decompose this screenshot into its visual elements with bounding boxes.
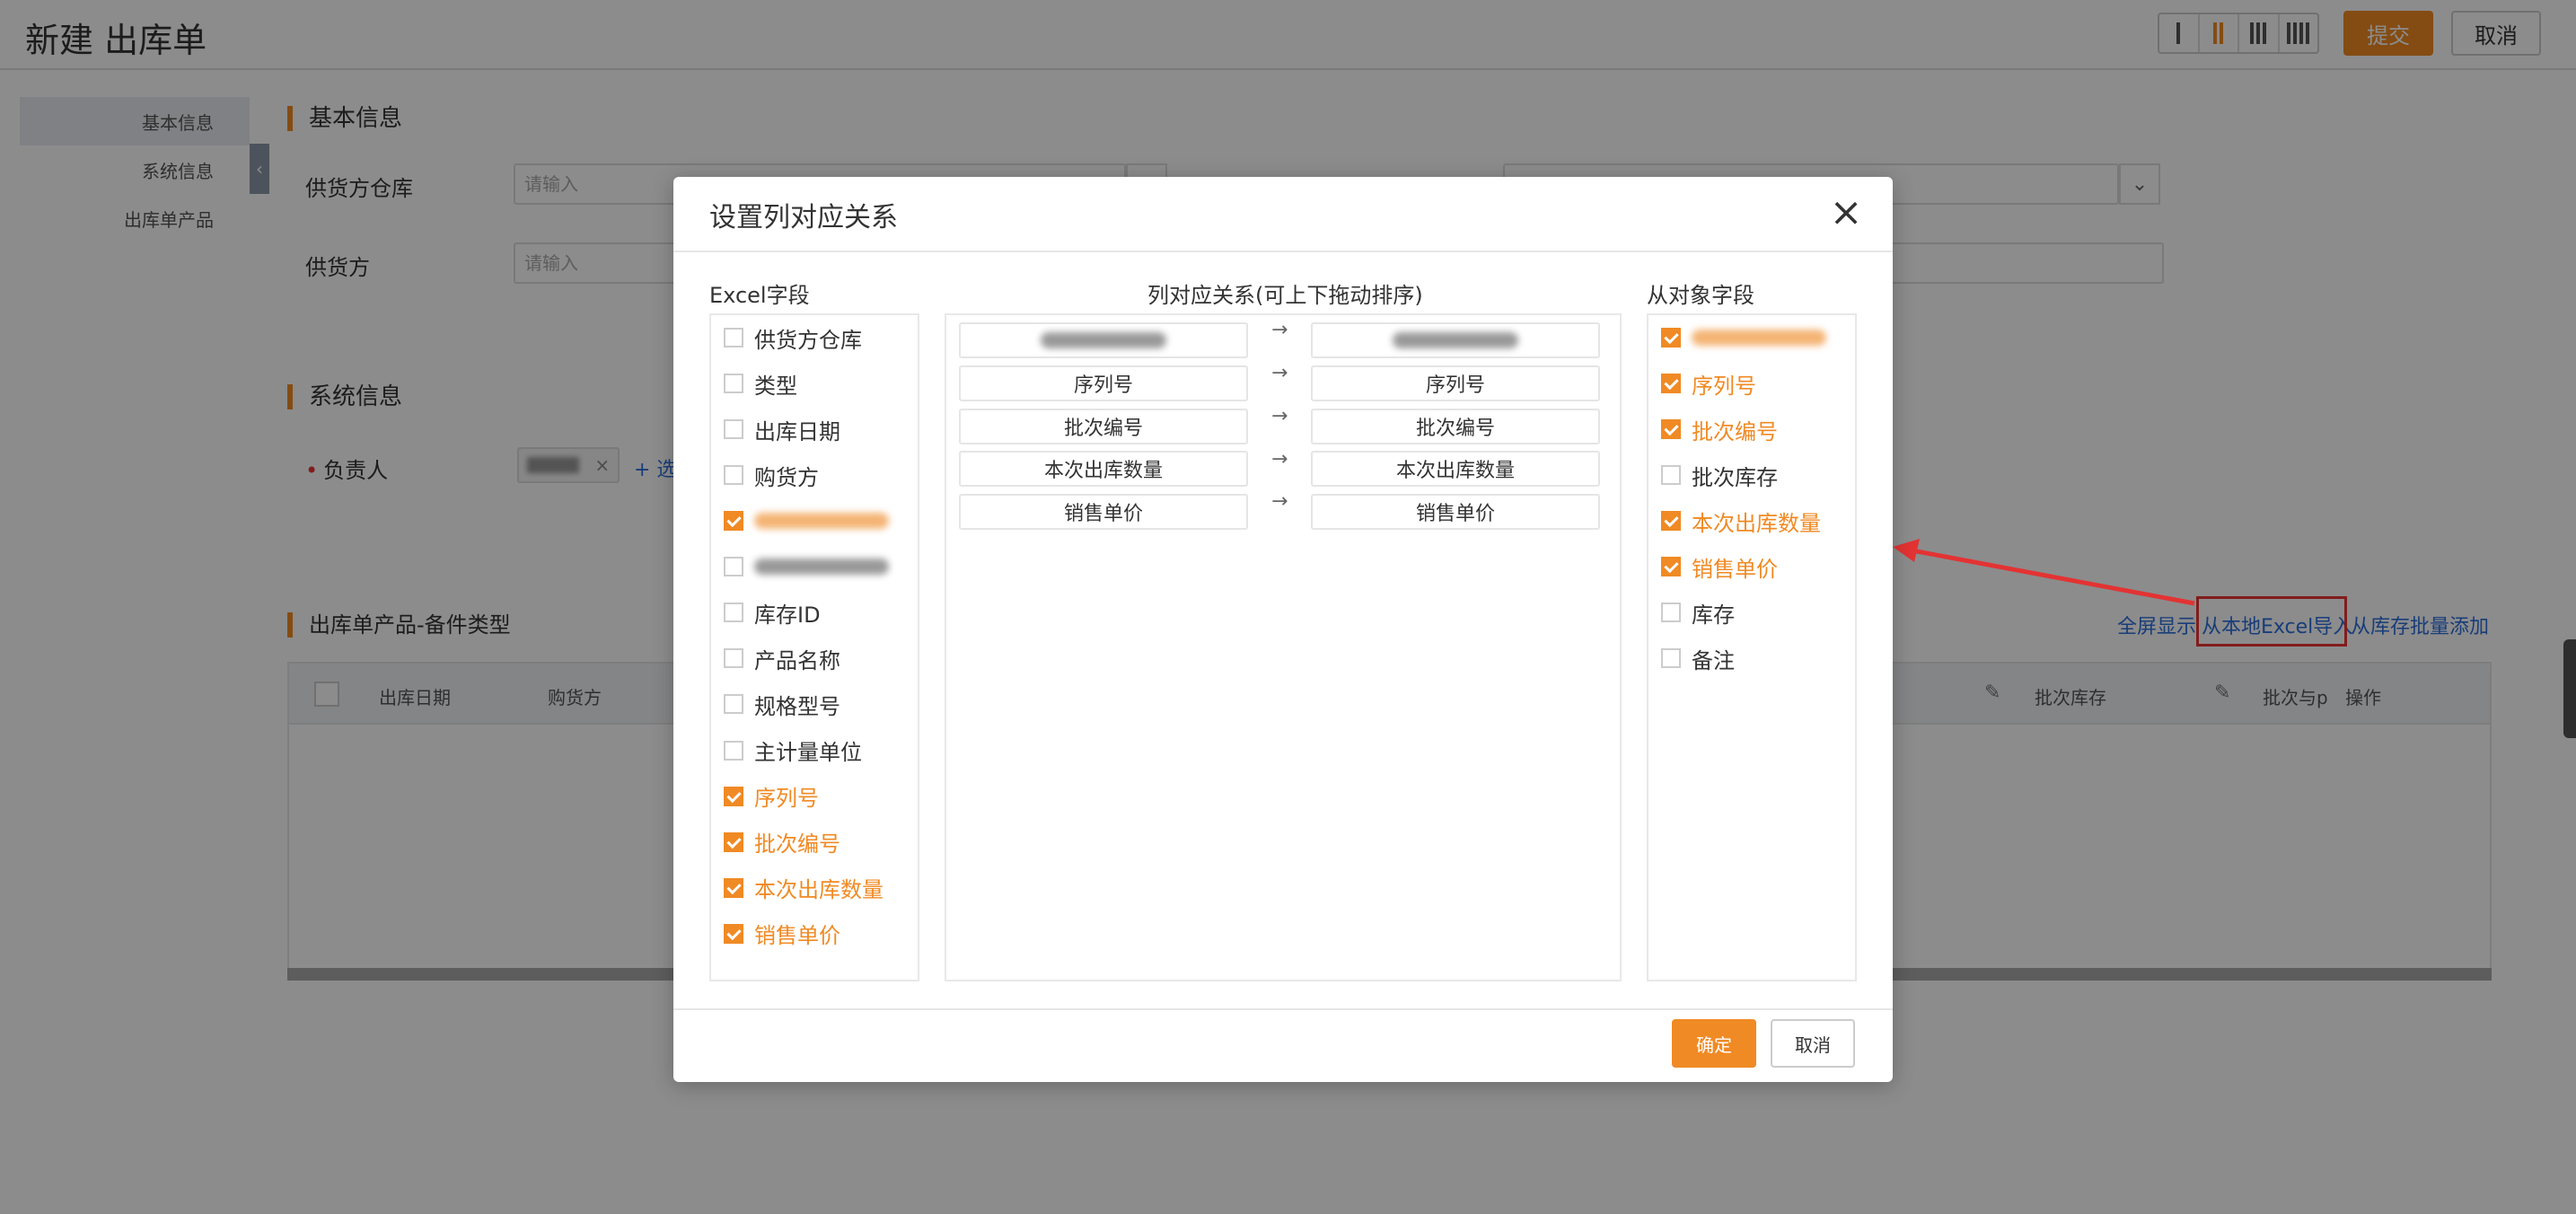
field-label: 批次编号 xyxy=(754,831,840,858)
field-checkbox-row[interactable]: 本次出库数量 xyxy=(1661,507,1821,536)
field-label: 库存ID xyxy=(754,602,821,628)
arrow-right-icon: → xyxy=(1271,362,1288,385)
field-label: 出库日期 xyxy=(754,418,840,444)
mapping-target-field[interactable]: 销售单价 xyxy=(1311,494,1600,531)
field-label: 产品名称 xyxy=(754,647,840,673)
object-fields-title: 从对象字段 xyxy=(1647,283,1754,308)
checkbox-unchecked[interactable] xyxy=(724,648,743,669)
mapping-source-field[interactable]: 本次出库数量 xyxy=(959,451,1248,488)
checkbox-checked[interactable] xyxy=(724,511,743,532)
field-checkbox-row[interactable]: 规格型号 xyxy=(724,691,840,719)
mapping-title: 列对应关系(可上下拖动排序) xyxy=(1147,283,1423,308)
field-checkbox-row[interactable]: 销售单价 xyxy=(1661,553,1778,582)
field-label xyxy=(754,513,889,530)
field-checkbox-row[interactable]: 供货方仓库 xyxy=(724,324,862,353)
field-label: 类型 xyxy=(754,373,797,399)
field-label: 序列号 xyxy=(754,786,819,812)
checkbox-checked[interactable] xyxy=(724,877,743,898)
mapping-target-field[interactable] xyxy=(1311,322,1600,358)
field-label: 本次出库数量 xyxy=(1692,510,1821,536)
field-checkbox-row[interactable]: 出库日期 xyxy=(724,416,840,444)
dialog-header: 设置列对应关系 × xyxy=(673,177,1893,252)
mapping-source-field[interactable] xyxy=(959,322,1248,358)
field-label: 批次编号 xyxy=(1692,418,1778,444)
checkbox-checked[interactable] xyxy=(1661,374,1681,394)
checkbox-unchecked[interactable] xyxy=(1661,465,1681,486)
checkbox-unchecked[interactable] xyxy=(724,694,743,715)
checkbox-unchecked[interactable] xyxy=(1661,648,1681,669)
mapping-list: → 序列号 → 序列号 批次编号 → 批次编号 本次出库数量 → 本次出库数量 销售单价 → 销售单价 xyxy=(945,313,1622,981)
arrow-right-icon: → xyxy=(1271,490,1288,514)
checkbox-unchecked[interactable] xyxy=(724,740,743,761)
mapping-target-field[interactable]: 批次编号 xyxy=(1311,408,1600,444)
object-fields-list: 序列号批次编号批次库存本次出库数量 销售单价库存备注 xyxy=(1647,313,1857,981)
dialog-cancel-button[interactable]: 取消 xyxy=(1771,1019,1855,1068)
field-label: 供货方仓库 xyxy=(754,327,862,353)
field-checkbox-row[interactable]: 备注 xyxy=(1661,645,1735,673)
checkbox-checked[interactable] xyxy=(724,923,743,944)
field-checkbox-row[interactable] xyxy=(1661,324,1826,351)
field-label: 规格型号 xyxy=(754,693,840,719)
blurred-field xyxy=(1393,332,1518,348)
mapping-target-field[interactable]: 本次出库数量 xyxy=(1311,451,1600,488)
field-checkbox-row[interactable]: 序列号 xyxy=(724,783,819,812)
field-checkbox-row[interactable] xyxy=(724,507,889,534)
checkbox-checked[interactable] xyxy=(1661,557,1681,577)
field-label: 备注 xyxy=(1692,647,1735,673)
checkbox-unchecked[interactable] xyxy=(724,328,743,347)
checkbox-checked[interactable] xyxy=(1661,419,1681,440)
checkbox-checked[interactable] xyxy=(724,786,743,806)
excel-fields-title: Excel字段 xyxy=(709,283,810,308)
checkbox-unchecked[interactable] xyxy=(724,374,743,394)
field-label: 批次库存 xyxy=(1692,464,1778,490)
checkbox-unchecked[interactable] xyxy=(1661,603,1681,623)
excel-fields-list: 供货方仓库类型出库日期购货方库存ID 产品名称规格型号主计量单位序列号批次编号本次… xyxy=(709,313,919,981)
mapping-source-field[interactable]: 序列号 xyxy=(959,365,1248,401)
field-checkbox-row[interactable]: 产品名称 xyxy=(724,645,840,673)
mapping-source-field[interactable]: 销售单价 xyxy=(959,494,1248,531)
checkbox-checked[interactable] xyxy=(1661,511,1681,532)
field-checkbox-row[interactable]: 序列号 xyxy=(1661,370,1756,399)
field-checkbox-row[interactable]: 批次编号 xyxy=(1661,416,1778,444)
field-checkbox-row[interactable] xyxy=(724,553,889,580)
field-checkbox-row[interactable]: 类型 xyxy=(724,370,797,399)
mapping-target-field[interactable]: 序列号 xyxy=(1311,365,1600,401)
checkbox-checked[interactable] xyxy=(1661,328,1681,347)
checkbox-unchecked[interactable] xyxy=(724,419,743,440)
checkbox-unchecked[interactable] xyxy=(724,603,743,623)
field-label: 销售单价 xyxy=(1692,556,1778,582)
blurred-field xyxy=(1041,332,1166,348)
column-mapping-dialog: 设置列对应关系 × Excel字段 列对应关系(可上下拖动排序) 从对象字段 供… xyxy=(673,177,1893,1082)
field-checkbox-row[interactable]: 销售单价 xyxy=(724,920,840,949)
field-checkbox-row[interactable]: 本次出库数量 xyxy=(724,875,884,902)
arrow-right-icon: → xyxy=(1271,404,1288,427)
checkbox-checked[interactable] xyxy=(724,831,743,852)
field-label: 销售单价 xyxy=(754,923,840,949)
field-label: 本次出库数量 xyxy=(754,877,884,903)
mapping-source-field[interactable]: 批次编号 xyxy=(959,408,1248,444)
arrow-right-icon: → xyxy=(1271,319,1288,342)
field-checkbox-row[interactable]: 批次编号 xyxy=(724,829,840,858)
field-label: 主计量单位 xyxy=(754,740,862,765)
ok-button[interactable]: 确定 xyxy=(1672,1019,1756,1068)
field-label: 序列号 xyxy=(1692,373,1756,399)
field-label xyxy=(754,559,889,576)
arrow-right-icon: → xyxy=(1271,447,1288,471)
close-icon[interactable]: × xyxy=(1826,193,1866,234)
field-checkbox-row[interactable]: 批次库存 xyxy=(1661,462,1778,490)
field-label xyxy=(1692,330,1826,346)
checkbox-unchecked[interactable] xyxy=(724,557,743,577)
checkbox-unchecked[interactable] xyxy=(724,465,743,486)
dialog-title: 设置列对应关系 xyxy=(709,202,898,233)
field-checkbox-row[interactable]: 库存ID xyxy=(724,599,821,628)
field-checkbox-row[interactable]: 库存 xyxy=(1661,599,1735,628)
field-checkbox-row[interactable]: 购货方 xyxy=(724,462,819,490)
field-label: 库存 xyxy=(1692,602,1735,628)
field-checkbox-row[interactable]: 主计量单位 xyxy=(724,737,862,765)
field-label: 购货方 xyxy=(754,464,819,490)
